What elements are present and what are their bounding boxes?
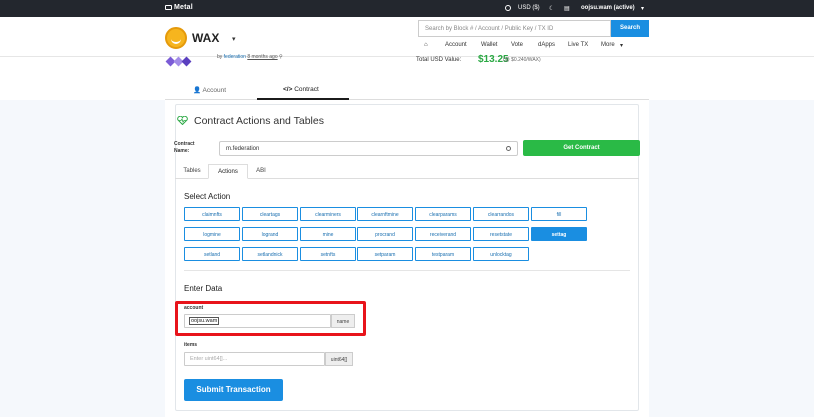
- action-mine[interactable]: mine: [300, 227, 356, 241]
- action-setlandnick[interactable]: setlandnick: [242, 247, 298, 261]
- account-avatar: [165, 56, 193, 67]
- tab-contract-label: Contract: [294, 86, 319, 93]
- heartbeat-icon: [177, 116, 188, 125]
- action-logrand[interactable]: logrand: [242, 227, 298, 241]
- select-action-heading: Select Action: [184, 192, 231, 201]
- flag-icon[interactable]: ▤: [564, 5, 570, 12]
- link-icon: ⚲: [279, 54, 283, 60]
- action-clearminers[interactable]: clearminers: [300, 207, 356, 221]
- enter-data-heading: Enter Data: [184, 284, 223, 293]
- chain-caret-icon[interactable]: ▾: [232, 35, 236, 43]
- tab-account-label: Account: [202, 87, 227, 94]
- nav-dapps[interactable]: dApps: [538, 42, 555, 48]
- page-title: Contract Actions and Tables: [194, 115, 324, 127]
- action-cleartags[interactable]: cleartags: [242, 207, 298, 221]
- metal-logo-icon: [165, 5, 172, 10]
- active-tab-indicator: [257, 98, 349, 100]
- contract-subtabs: Tables Actions ABI: [175, 164, 639, 179]
- contract-name-input[interactable]: m.federation: [219, 141, 518, 156]
- action-clearnftmine[interactable]: clearnftmine: [357, 207, 413, 221]
- action-unlocktag[interactable]: unlocktag: [473, 247, 529, 261]
- page-background-left: [0, 100, 165, 417]
- search-icon[interactable]: [506, 146, 511, 151]
- dark-mode-icon[interactable]: ☾: [549, 5, 554, 12]
- action-claimnfts[interactable]: claimnfts: [184, 207, 240, 221]
- home-icon[interactable]: ⌂: [424, 42, 428, 48]
- account-menu[interactable]: oojsu.wam (active): [581, 5, 635, 11]
- top-bar: Metal USD ($) ☾ ▤ oojsu.wam (active) ▾: [0, 0, 814, 17]
- nav-wallet[interactable]: Wallet: [481, 42, 497, 48]
- user-icon: 👤: [193, 87, 202, 94]
- action-setparam[interactable]: setparam: [357, 247, 413, 261]
- nav-account[interactable]: Account: [445, 42, 467, 48]
- action-fill[interactable]: fill: [531, 207, 587, 221]
- items-field-input[interactable]: Enter uint64[]...: [184, 352, 325, 366]
- more-caret-icon[interactable]: ▾: [620, 42, 623, 49]
- nav-more[interactable]: More: [601, 42, 615, 48]
- header: [0, 17, 814, 57]
- search-input[interactable]: Search by Block # / Account / Public Key…: [418, 20, 611, 37]
- action-procrand[interactable]: procrand: [357, 227, 413, 241]
- action-receiverand[interactable]: receiverand: [415, 227, 471, 241]
- currency-selector[interactable]: USD ($): [518, 5, 540, 11]
- contract-name-value: m.federation: [226, 146, 260, 152]
- code-icon: </>: [283, 86, 293, 93]
- nav-vote[interactable]: Vote: [511, 42, 523, 48]
- action-clearparams[interactable]: clearparams: [415, 207, 471, 221]
- submit-transaction-button[interactable]: Submit Transaction: [184, 379, 283, 401]
- highlight-annotation: [175, 301, 366, 336]
- action-settag[interactable]: settag: [531, 227, 587, 241]
- account-creator: by federation 8 months ago ⚲: [217, 54, 283, 60]
- get-contract-button[interactable]: Get Contract: [523, 140, 640, 156]
- nav-live-tx[interactable]: Live TX: [568, 42, 588, 48]
- items-type-tag: uint64[]: [325, 352, 353, 366]
- action-logmine[interactable]: logmine: [184, 227, 240, 241]
- action-setnfts[interactable]: setnfts: [300, 247, 356, 261]
- creation-time[interactable]: 8 months ago: [247, 54, 277, 60]
- account-caret-icon[interactable]: ▾: [641, 5, 644, 12]
- action-setland[interactable]: setland: [184, 247, 240, 261]
- action-resetstate[interactable]: resetstate: [473, 227, 529, 241]
- tab-abi[interactable]: ABI: [248, 164, 274, 179]
- contract-name-label-line2: Name:: [174, 148, 190, 154]
- action-clearrandos[interactable]: clearrandos: [473, 207, 529, 221]
- brand-label: Metal: [174, 4, 193, 11]
- tab-tables[interactable]: Tables: [176, 164, 208, 179]
- wax-logo-icon: [165, 27, 187, 49]
- wax-rate: (@ $0.240/WAX): [503, 57, 541, 63]
- search-button[interactable]: Search: [611, 20, 649, 37]
- tab-account[interactable]: 👤 Account: [193, 86, 226, 94]
- page-background-right: [649, 100, 814, 417]
- tab-contract[interactable]: </> Contract: [283, 86, 319, 93]
- items-field-label: items: [184, 342, 198, 348]
- contract-name-label: Contract Name:: [174, 141, 195, 155]
- chain-name[interactable]: WAX: [192, 31, 219, 45]
- total-usd-label: Total USD Value:: [416, 57, 462, 63]
- contract-name-label-line1: Contract: [174, 141, 195, 147]
- action-testparam[interactable]: testparam: [415, 247, 471, 261]
- help-icon[interactable]: [505, 5, 511, 12]
- section-divider: [184, 270, 630, 271]
- tab-actions[interactable]: Actions: [208, 164, 248, 179]
- brand-logo[interactable]: Metal: [165, 4, 193, 11]
- creator-link[interactable]: federation: [224, 54, 246, 60]
- by-prefix: by: [217, 54, 223, 60]
- account-tabs: 👤 Account </> Contract: [165, 82, 649, 100]
